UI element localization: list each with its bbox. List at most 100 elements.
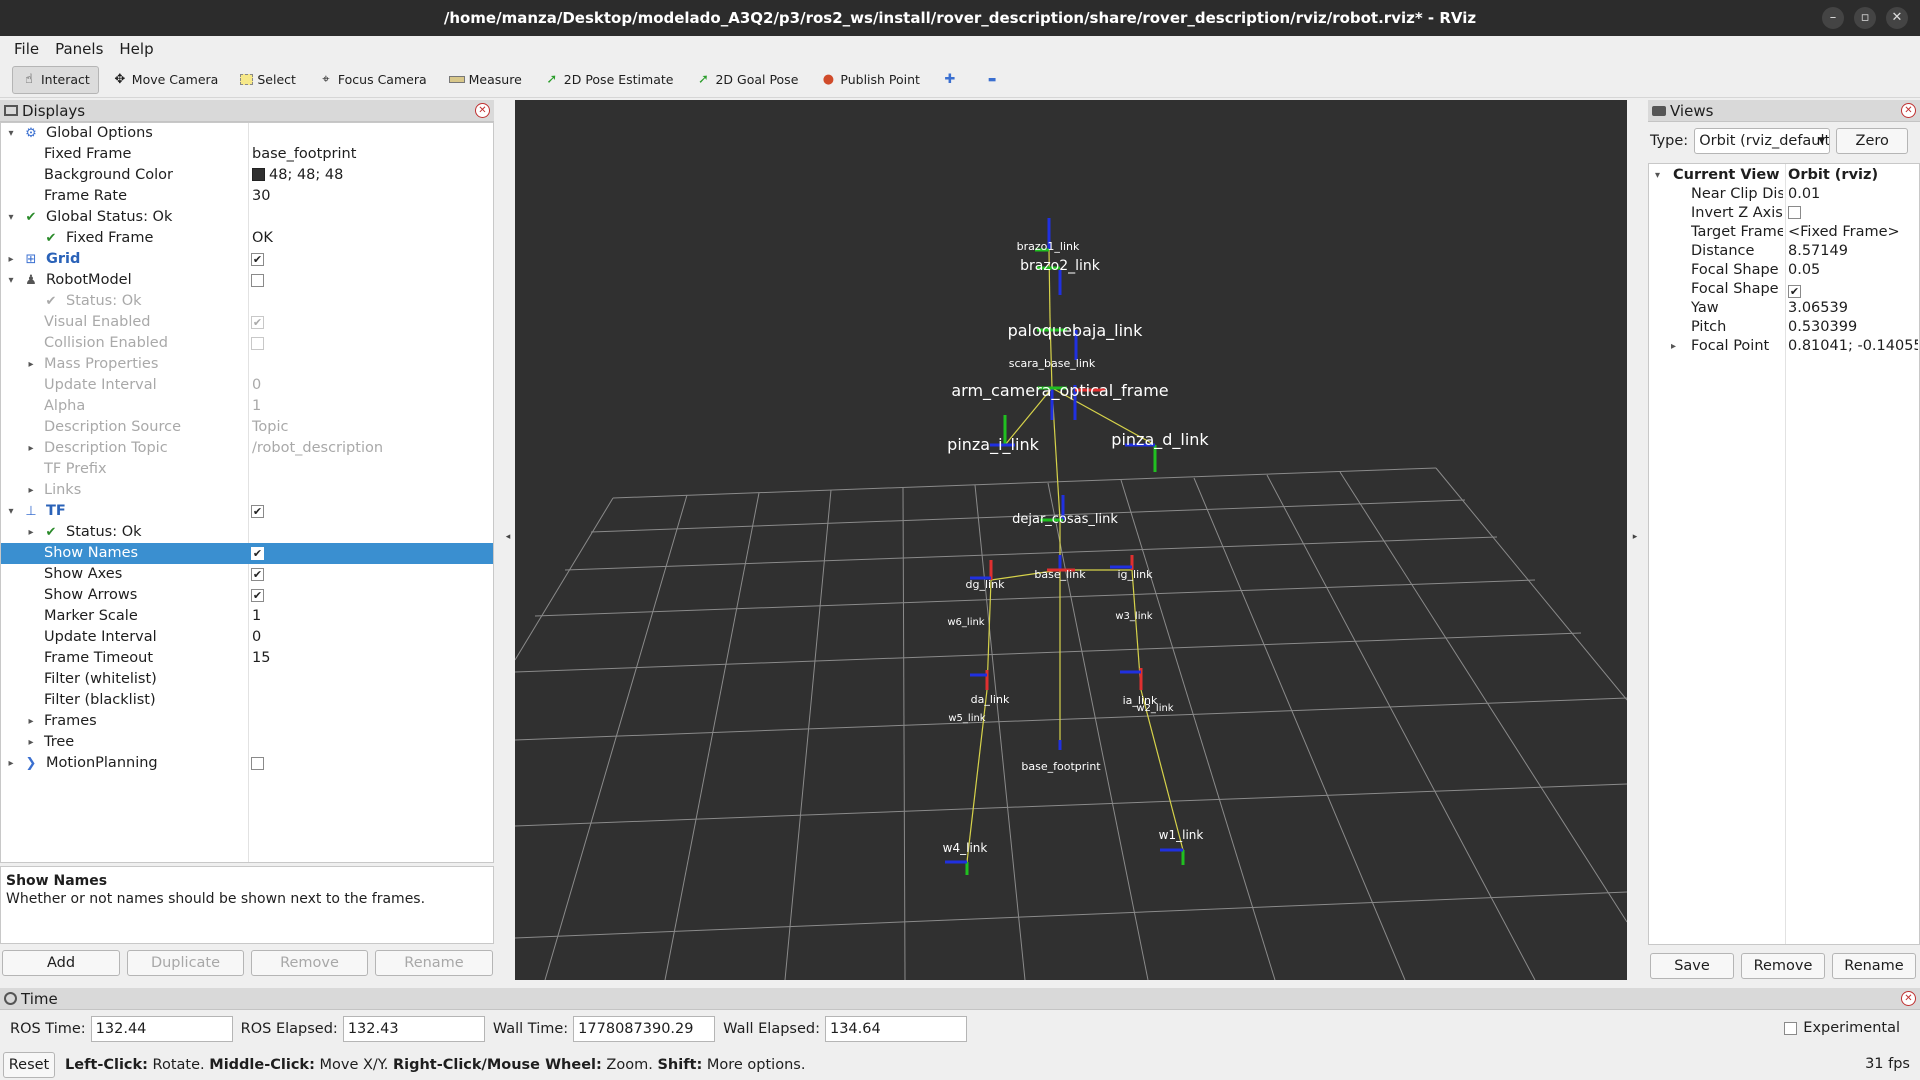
expand-arrow-icon[interactable]: ▾ — [5, 501, 17, 522]
left-dock-collapse-handle[interactable]: ◂ — [502, 100, 514, 980]
close-icon[interactable]: ✕ — [1901, 103, 1916, 118]
tree-row-fixed-frame-status[interactable]: ✔ Fixed Frame OK — [1, 228, 493, 249]
collapse-arrow-icon[interactable]: ▸ — [25, 711, 37, 732]
interact-tool-button[interactable]: ☝ Interact — [12, 65, 99, 94]
tree-row-grid[interactable]: ▸ ⊞ Grid ✔ — [1, 249, 493, 270]
tree-row-background-color[interactable]: Background Color 48; 48; 48 — [1, 165, 493, 186]
pose-estimate-tool-button[interactable]: ➚ 2D Pose Estimate — [535, 66, 683, 94]
tree-row-tf[interactable]: ▾ ⊥ TF ✔ — [1, 501, 493, 522]
goal-pose-tool-button[interactable]: ➚ 2D Goal Pose — [686, 66, 807, 94]
tree-row-yaw[interactable]: Yaw 3.06539 — [1649, 299, 1919, 318]
tree-row-tf-prefix[interactable]: TF Prefix — [1, 459, 493, 480]
tree-row-tf-update-interval[interactable]: Update Interval 0 — [1, 627, 493, 648]
move-camera-tool-button[interactable]: ✥ Move Camera — [103, 66, 228, 94]
tree-row-robotmodel[interactable]: ▾ ♟ RobotModel — [1, 270, 493, 291]
focal-shape-fixed-checkbox[interactable]: ✔ — [1788, 285, 1801, 298]
measure-tool-button[interactable]: Measure — [440, 66, 531, 94]
save-view-button[interactable]: Save — [1650, 953, 1734, 979]
tree-row-show-names[interactable]: Show Names ✔ — [1, 543, 493, 564]
rename-view-button[interactable]: Rename — [1832, 953, 1916, 979]
add-tool-button[interactable]: ✚ — [933, 66, 971, 94]
show-names-checkbox[interactable]: ✔ — [251, 547, 264, 560]
tree-row-fixed-frame[interactable]: Fixed Frame base_footprint — [1, 144, 493, 165]
rename-display-button[interactable]: Rename — [375, 950, 493, 976]
tree-row-focal-shape-fixed[interactable]: Focal Shape Fixed Size ✔ — [1649, 280, 1919, 299]
tree-row-show-arrows[interactable]: Show Arrows ✔ — [1, 585, 493, 606]
tree-row-invert-z[interactable]: Invert Z Axis — [1649, 204, 1919, 223]
motionplanning-checkbox[interactable] — [251, 757, 264, 770]
ros-time-field[interactable]: 132.44 — [90, 1016, 233, 1042]
tree-row-description-topic[interactable]: ▸ Description Topic /robot_description — [1, 438, 493, 459]
tree-row-frames[interactable]: ▸ Frames — [1, 711, 493, 732]
tree-row-distance[interactable]: Distance 8.57149 — [1649, 242, 1919, 261]
collapse-arrow-icon[interactable]: ▸ — [25, 438, 37, 459]
tree-row-tree[interactable]: ▸ Tree — [1, 732, 493, 753]
menu-panels[interactable]: Panels — [47, 40, 111, 58]
tree-row-filter-blacklist[interactable]: Filter (blacklist) — [1, 690, 493, 711]
menu-file[interactable]: File — [6, 40, 47, 58]
tree-row-robotmodel-status[interactable]: ✔ Status: Ok — [1, 291, 493, 312]
close-icon[interactable]: ✕ — [1886, 7, 1908, 29]
tree-row-target-frame[interactable]: Target Frame <Fixed Frame> — [1649, 223, 1919, 242]
tree-row-links[interactable]: ▸ Links — [1, 480, 493, 501]
grid-checkbox[interactable]: ✔ — [251, 253, 264, 266]
robotmodel-checkbox[interactable] — [251, 274, 264, 287]
collapse-arrow-icon[interactable]: ▸ — [25, 522, 37, 543]
tree-row-current-view[interactable]: ▾ Current View Orbit (rviz) — [1649, 166, 1919, 185]
tree-row-show-axes[interactable]: Show Axes ✔ — [1, 564, 493, 585]
collapse-arrow-icon[interactable]: ▸ — [5, 249, 17, 270]
tree-row-mass-properties[interactable]: ▸ Mass Properties — [1, 354, 493, 375]
tree-row-focal-shape-size[interactable]: Focal Shape Size 0.05 — [1649, 261, 1919, 280]
collision-enabled-checkbox[interactable] — [251, 337, 264, 350]
focus-camera-tool-button[interactable]: ⌖ Focus Camera — [309, 66, 436, 94]
view-type-select[interactable]: Orbit (rviz_default_plugins) ▼ — [1694, 128, 1831, 154]
maximize-icon[interactable]: ▫ — [1854, 7, 1876, 29]
tree-row-collision-enabled[interactable]: Collision Enabled — [1, 333, 493, 354]
experimental-checkbox[interactable] — [1784, 1021, 1798, 1035]
tree-row-marker-scale[interactable]: Marker Scale 1 — [1, 606, 493, 627]
add-display-button[interactable]: Add — [2, 950, 120, 976]
close-icon[interactable]: ✕ — [1901, 991, 1916, 1006]
collapse-arrow-icon[interactable]: ▸ — [1671, 337, 1676, 356]
tree-row-tf-status[interactable]: ▸ ✔ Status: Ok — [1, 522, 493, 543]
remove-tool-button[interactable]: ▬ — [975, 66, 1013, 94]
expand-arrow-icon[interactable]: ▾ — [5, 123, 17, 144]
expand-arrow-icon[interactable]: ▾ — [5, 207, 17, 228]
publish-point-tool-button[interactable]: ● Publish Point — [811, 66, 929, 94]
scene-svg[interactable]: brazo1_link brazo2_link paloquebaja_link… — [515, 100, 1627, 980]
show-axes-checkbox[interactable]: ✔ — [251, 568, 264, 581]
background-color-value[interactable]: 48; 48; 48 — [252, 165, 343, 186]
remove-display-button[interactable]: Remove — [251, 950, 368, 976]
expand-arrow-icon[interactable]: ▾ — [1655, 166, 1660, 185]
wall-elapsed-field[interactable]: 134.64 — [824, 1016, 967, 1042]
tree-row-alpha[interactable]: Alpha 1 — [1, 396, 493, 417]
show-arrows-checkbox[interactable]: ✔ — [251, 589, 264, 602]
tree-row-focal-point[interactable]: ▸ Focal Point 0.81041; -0.14055; 0.53 — [1649, 337, 1919, 356]
fixed-frame-value[interactable]: base_footprint — [252, 144, 356, 165]
tf-checkbox[interactable]: ✔ — [251, 505, 264, 518]
tree-row-description-source[interactable]: Description Source Topic — [1, 417, 493, 438]
collapse-arrow-icon[interactable]: ▸ — [25, 732, 37, 753]
ros-elapsed-field[interactable]: 132.43 — [342, 1016, 485, 1042]
minimize-icon[interactable]: – — [1822, 7, 1844, 29]
collapse-arrow-icon[interactable]: ▸ — [5, 753, 17, 774]
tree-row-global-status[interactable]: ▾ ✔ Global Status: Ok — [1, 207, 493, 228]
right-dock-collapse-handle[interactable]: ▸ — [1629, 100, 1641, 980]
wall-time-field[interactable]: 1778087390.29 — [573, 1016, 716, 1042]
render-viewport[interactable]: brazo1_link brazo2_link paloquebaja_link… — [515, 100, 1627, 980]
tree-row-visual-enabled[interactable]: Visual Enabled ✔ — [1, 312, 493, 333]
expand-arrow-icon[interactable]: ▾ — [5, 270, 17, 291]
tree-row-pitch[interactable]: Pitch 0.530399 — [1649, 318, 1919, 337]
tree-row-motionplanning[interactable]: ▸ ❯ MotionPlanning — [1, 753, 493, 774]
collapse-arrow-icon[interactable]: ▸ — [25, 480, 37, 501]
tree-row-frame-rate[interactable]: Frame Rate 30 — [1, 186, 493, 207]
reset-button[interactable]: Reset — [3, 1052, 55, 1078]
close-icon[interactable]: ✕ — [475, 103, 490, 118]
tree-row-global-options[interactable]: ▾ ⚙ Global Options — [1, 123, 493, 144]
tree-row-filter-whitelist[interactable]: Filter (whitelist) — [1, 669, 493, 690]
visual-enabled-checkbox[interactable]: ✔ — [251, 316, 264, 329]
duplicate-display-button[interactable]: Duplicate — [127, 950, 244, 976]
invert-z-checkbox[interactable] — [1788, 206, 1801, 219]
collapse-arrow-icon[interactable]: ▸ — [25, 354, 37, 375]
tree-row-near-clip[interactable]: Near Clip Distance 0.01 — [1649, 185, 1919, 204]
